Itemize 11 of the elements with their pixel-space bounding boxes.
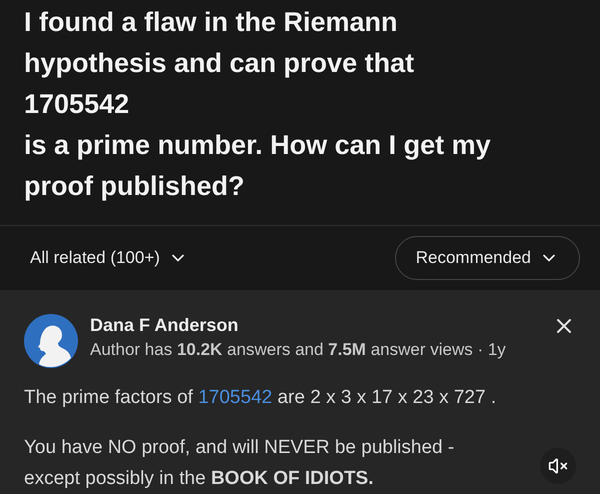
question-title: I found a flaw in the Riemann hypothesis and can prove that 1705542 is a prime number. How can I get my proof published? bbox=[24, 6, 492, 203]
author-stats: Author has 10.2K answers and 7.5M answer views · 1y bbox=[90, 339, 507, 361]
avatar-icon bbox=[24, 314, 78, 368]
mute-icon bbox=[548, 456, 568, 476]
author-name[interactable]: Dana F Anderson bbox=[90, 312, 552, 338]
answer-text: The prime factors of 1705542 are 2 x 3 x 17 x 23 x 727 . bbox=[24, 386, 498, 410]
sort-dropdown[interactable]: Recommended bbox=[394, 236, 580, 280]
number-link[interactable]: 1705542 bbox=[198, 387, 272, 408]
related-filter[interactable]: All related (100+) bbox=[30, 245, 188, 271]
mute-button[interactable] bbox=[540, 448, 576, 484]
answer-body: You have NO proof, and will NEVER be published - except possibly in the BOOK OF IDIOTS. bbox=[24, 436, 456, 491]
